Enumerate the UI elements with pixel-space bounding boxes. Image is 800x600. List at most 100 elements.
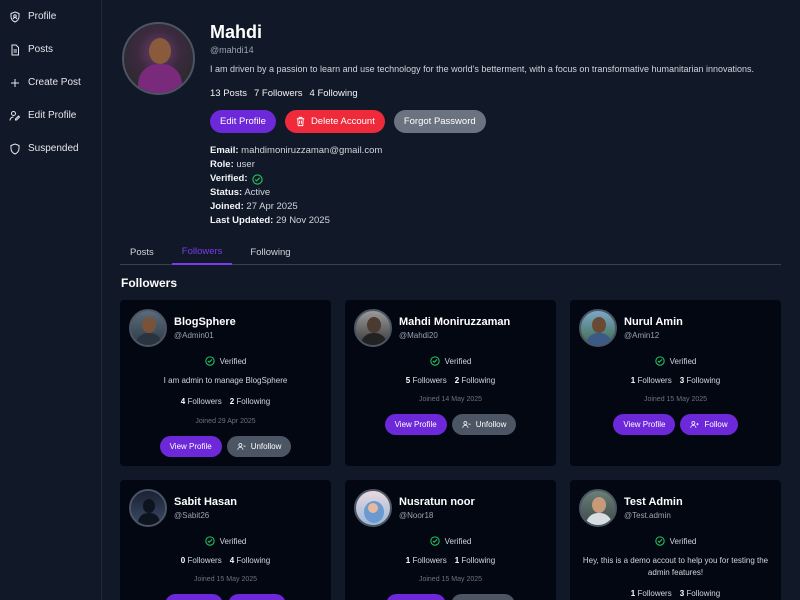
joined-row: Joined: 27 Apr 2025 (210, 201, 298, 212)
status-row: Status: Active (210, 187, 271, 198)
follower-name: Nurul Amin (624, 316, 683, 328)
unfollow-button[interactable] (451, 594, 515, 600)
role-row: Role: user (210, 159, 255, 170)
tab-following[interactable]: Following (240, 240, 300, 265)
follow-button[interactable]: Follow (680, 414, 738, 435)
profile-stats: 13 Posts 7 Followers 4 Following (210, 88, 790, 99)
follower-name: Mahdi Moniruzzaman (399, 316, 511, 328)
delete-account-label: Delete Account (310, 116, 375, 127)
follower-handle: @Sabit26 (174, 511, 210, 520)
shield-icon (9, 142, 21, 155)
joined-value: 27 Apr 2025 (246, 201, 298, 212)
follower-name: Test Admin (624, 496, 683, 508)
sidebar-item-label: Edit Profile (28, 110, 77, 121)
follower-handle: @Test.admin (624, 511, 671, 520)
follower-card: Nurul Amin @Amin12 Verified 1 Followers … (570, 300, 781, 466)
follower-stats: 5 Followers 2 Following (405, 376, 496, 385)
sidebar-item-profile[interactable]: Profile (0, 0, 101, 33)
follower-name: BlogSphere (174, 316, 236, 328)
sidebar: Profile Posts Create Post Edit Profile S… (0, 0, 102, 600)
verified-badge: Verified (570, 536, 781, 546)
user-minus-icon (237, 442, 246, 451)
follower-handle: @Mahdi20 (399, 331, 438, 340)
verified-check-icon (429, 536, 440, 546)
follower-handle: @Admin01 (174, 331, 214, 340)
tab-posts[interactable]: Posts (120, 240, 164, 265)
plus-icon (9, 77, 21, 89)
shield-user-icon (9, 10, 21, 23)
avatar (354, 309, 392, 347)
follow-button[interactable] (228, 594, 286, 600)
follower-stats: 1 Followers 1 Following (405, 556, 496, 565)
delete-account-button[interactable]: Delete Account (284, 110, 385, 133)
verified-check-icon (251, 173, 263, 185)
unfollow-button[interactable]: Unfollow (451, 414, 517, 435)
avatar (129, 489, 167, 527)
follower-stats: 1 Followers 3 Following (630, 589, 721, 598)
sidebar-item-posts[interactable]: Posts (0, 33, 101, 66)
verified-badge: Verified (120, 356, 331, 366)
posts-count: 13 Posts (210, 88, 247, 99)
follower-stats: 0 Followers 4 Following (180, 556, 271, 565)
follower-bio: Hey, this is a demo accout to help you f… (582, 556, 769, 577)
view-profile-button[interactable]: View Profile (384, 414, 447, 435)
profile-info: Mahdi @mahdi14 I am driven by a passion … (210, 22, 790, 228)
followers-count: 7 Followers (253, 88, 303, 99)
verified-badge: Verified (120, 536, 331, 546)
user-edit-icon (9, 110, 21, 122)
joined-date: Joined 15 May 2025 (193, 576, 258, 583)
joined-date: Joined 15 May 2025 (418, 576, 483, 583)
unfollow-button[interactable]: Unfollow (226, 436, 292, 457)
sidebar-item-create-post[interactable]: Create Post (0, 66, 101, 99)
verified-check-icon (654, 356, 665, 366)
avatar (354, 489, 392, 527)
joined-date: Joined 14 May 2025 (418, 396, 483, 403)
card-actions: View Profile Follow (570, 414, 781, 435)
profile-details: Email: mahdimoniruzzaman@gmail.com Role:… (210, 144, 790, 228)
profile-actions: Edit Profile Delete Account Forgot Passw… (210, 110, 790, 133)
avatar (579, 489, 617, 527)
follower-stats: 1 Followers 3 Following (630, 376, 721, 385)
profile-bio: I am driven by a passion to learn and us… (210, 64, 755, 74)
view-profile-button[interactable] (386, 594, 446, 600)
edit-profile-button[interactable]: Edit Profile (210, 110, 276, 133)
follower-card: Sabit Hasan @Sabit26 Verified 0 Follower… (120, 480, 331, 600)
profile-tabs: Posts Followers Following (120, 240, 781, 265)
sidebar-item-edit-profile[interactable]: Edit Profile (0, 99, 101, 132)
verified-check-icon (654, 536, 665, 546)
email-row: Email: mahdimoniruzzaman@gmail.com (210, 145, 383, 156)
avatar (129, 309, 167, 347)
avatar (579, 309, 617, 347)
forgot-password-button[interactable]: Forgot Password (393, 110, 486, 133)
email-value: mahdimoniruzzaman@gmail.com (241, 145, 383, 156)
profile-handle: @mahdi14 (210, 45, 254, 55)
status-value: Active (244, 187, 271, 198)
sidebar-item-label: Suspended (28, 143, 79, 154)
sidebar-item-label: Create Post (28, 77, 81, 88)
joined-date: Joined 29 Apr 2025 (195, 418, 256, 425)
view-profile-button[interactable]: View Profile (613, 414, 676, 435)
trash-icon (295, 116, 306, 127)
role-value: user (236, 159, 255, 170)
last-updated-row: Last Updated: 29 Nov 2025 (210, 215, 330, 226)
following-count: 4 Following (309, 88, 358, 99)
tab-followers[interactable]: Followers (171, 240, 233, 265)
joined-date: Joined 15 May 2025 (643, 396, 708, 403)
section-title: Followers (121, 276, 178, 290)
sidebar-item-label: Posts (28, 44, 54, 55)
view-profile-button[interactable] (165, 594, 223, 600)
view-profile-button[interactable]: View Profile (159, 436, 222, 457)
follower-name: Nusratun noor (399, 496, 475, 508)
document-icon (9, 44, 21, 56)
last-updated-value: 29 Nov 2025 (275, 215, 330, 226)
card-actions (345, 594, 556, 600)
follower-handle: @Noor18 (399, 511, 434, 520)
verified-badge: Verified (570, 356, 781, 366)
verified-check-icon (429, 356, 440, 366)
card-actions: View Profile Unfollow (345, 414, 556, 435)
card-actions: View Profile Unfollow (120, 436, 331, 457)
main-content: Mahdi @mahdi14 I am driven by a passion … (102, 0, 800, 600)
verified-check-icon (204, 536, 215, 546)
follower-name: Sabit Hasan (174, 496, 237, 508)
sidebar-item-suspended[interactable]: Suspended (0, 132, 101, 165)
